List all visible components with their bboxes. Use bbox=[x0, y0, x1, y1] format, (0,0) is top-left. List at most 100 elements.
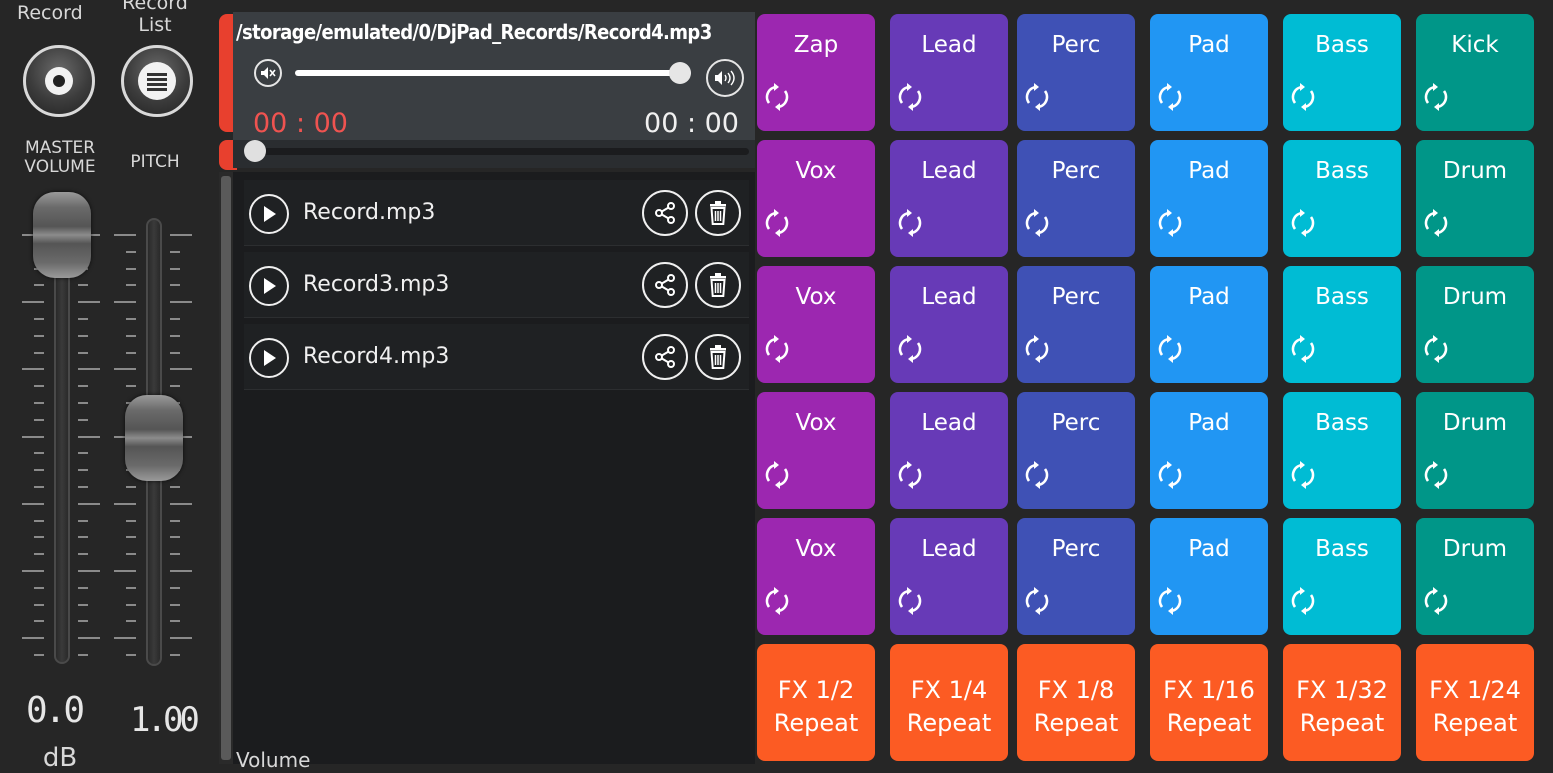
pad-loop-toggle[interactable] bbox=[1289, 208, 1317, 242]
play-button[interactable] bbox=[249, 194, 289, 234]
record-row[interactable]: Record.mp3 bbox=[244, 180, 749, 246]
pad-loop-toggle[interactable] bbox=[896, 586, 924, 620]
pad-label: Kick bbox=[1451, 32, 1499, 58]
pad-vox[interactable]: Vox bbox=[757, 140, 875, 257]
pad-drum[interactable]: Drum bbox=[1416, 392, 1534, 509]
fx-repeat-pad[interactable]: FX 1/32 Repeat bbox=[1283, 644, 1401, 761]
master-volume-fader[interactable] bbox=[20, 190, 104, 670]
pad-drum[interactable]: Drum bbox=[1416, 266, 1534, 383]
pad-loop-toggle[interactable] bbox=[1023, 334, 1051, 368]
pad-perc[interactable]: Perc bbox=[1017, 140, 1135, 257]
play-button[interactable] bbox=[249, 338, 289, 378]
mute-button[interactable] bbox=[254, 59, 282, 87]
pad-loop-toggle[interactable] bbox=[763, 82, 791, 116]
pad-lead[interactable]: Lead bbox=[890, 518, 1008, 635]
pad-drum[interactable]: Drum bbox=[1416, 518, 1534, 635]
pad-bass[interactable]: Bass bbox=[1283, 392, 1401, 509]
pad-loop-toggle[interactable] bbox=[1156, 208, 1184, 242]
pad-pad[interactable]: Pad bbox=[1150, 392, 1268, 509]
pad-lead[interactable]: Lead bbox=[890, 14, 1008, 131]
volume-slider[interactable] bbox=[295, 61, 691, 85]
share-button[interactable] bbox=[642, 334, 688, 380]
scale-tick bbox=[126, 284, 136, 287]
pad-bass[interactable]: Bass bbox=[1283, 14, 1401, 131]
pad-lead[interactable]: Lead bbox=[890, 140, 1008, 257]
pad-loop-toggle[interactable] bbox=[1156, 460, 1184, 494]
record-button[interactable] bbox=[23, 45, 95, 117]
record-row[interactable]: Record3.mp3 bbox=[244, 252, 749, 318]
delete-button[interactable] bbox=[695, 262, 741, 308]
list-scrollbar-thumb[interactable] bbox=[221, 176, 231, 760]
pad-loop-toggle[interactable] bbox=[1289, 586, 1317, 620]
pad-loop-toggle[interactable] bbox=[1422, 586, 1450, 620]
scale-tick bbox=[126, 536, 136, 539]
record-list-button[interactable] bbox=[121, 45, 193, 117]
pad-loop-toggle[interactable] bbox=[896, 208, 924, 242]
pad-loop-toggle[interactable] bbox=[1422, 82, 1450, 116]
pad-vox[interactable]: Vox bbox=[757, 392, 875, 509]
pad-loop-toggle[interactable] bbox=[763, 334, 791, 368]
pad-loop-toggle[interactable] bbox=[1023, 586, 1051, 620]
fx-repeat-pad[interactable]: FX 1/24 Repeat bbox=[1416, 644, 1534, 761]
pad-perc[interactable]: Perc bbox=[1017, 392, 1135, 509]
pad-bass[interactable]: Bass bbox=[1283, 518, 1401, 635]
record-name: Record4.mp3 bbox=[303, 344, 450, 369]
pad-loop-toggle[interactable] bbox=[1023, 460, 1051, 494]
pad-perc[interactable]: Perc bbox=[1017, 14, 1135, 131]
pad-label: Bass bbox=[1315, 32, 1369, 58]
volume-slider-thumb[interactable] bbox=[669, 62, 691, 84]
list-icon bbox=[138, 62, 176, 100]
pad-loop-toggle[interactable] bbox=[763, 460, 791, 494]
pad-vox[interactable]: Vox bbox=[757, 518, 875, 635]
pad-bass[interactable]: Bass bbox=[1283, 266, 1401, 383]
pad-kick[interactable]: Kick bbox=[1416, 14, 1534, 131]
pad-loop-toggle[interactable] bbox=[896, 334, 924, 368]
pad-loop-toggle[interactable] bbox=[1289, 334, 1317, 368]
share-button[interactable] bbox=[642, 190, 688, 236]
pad-loop-toggle[interactable] bbox=[896, 460, 924, 494]
pad-loop-toggle[interactable] bbox=[1156, 334, 1184, 368]
share-button[interactable] bbox=[642, 262, 688, 308]
scale-tick bbox=[78, 486, 88, 488]
pad-loop-toggle[interactable] bbox=[1023, 208, 1051, 242]
pad-loop-toggle[interactable] bbox=[1156, 82, 1184, 116]
pad-drum[interactable]: Drum bbox=[1416, 140, 1534, 257]
fx-repeat-pad[interactable]: FX 1/8 Repeat bbox=[1017, 644, 1135, 761]
pad-lead[interactable]: Lead bbox=[890, 266, 1008, 383]
delete-button[interactable] bbox=[695, 190, 741, 236]
pad-pad[interactable]: Pad bbox=[1150, 266, 1268, 383]
pitch-fader[interactable] bbox=[112, 210, 196, 670]
volume-max-button[interactable] bbox=[706, 59, 744, 97]
pad-loop-toggle[interactable] bbox=[1156, 586, 1184, 620]
master-volume-handle[interactable] bbox=[33, 192, 91, 278]
pad-zap[interactable]: Zap bbox=[757, 14, 875, 131]
pad-loop-toggle[interactable] bbox=[1289, 82, 1317, 116]
pad-loop-toggle[interactable] bbox=[763, 586, 791, 620]
fx-repeat-pad[interactable]: FX 1/2 Repeat bbox=[757, 644, 875, 761]
fx-repeat-pad[interactable]: FX 1/4 Repeat bbox=[890, 644, 1008, 761]
pad-bass[interactable]: Bass bbox=[1283, 140, 1401, 257]
pad-vox[interactable]: Vox bbox=[757, 266, 875, 383]
play-button[interactable] bbox=[249, 266, 289, 306]
pad-loop-toggle[interactable] bbox=[763, 208, 791, 242]
record-row[interactable]: Record4.mp3 bbox=[244, 324, 749, 390]
pad-loop-toggle[interactable] bbox=[896, 82, 924, 116]
pad-loop-toggle[interactable] bbox=[1422, 208, 1450, 242]
pad-lead[interactable]: Lead bbox=[890, 392, 1008, 509]
fx-label: FX 1/4 Repeat bbox=[890, 674, 1008, 740]
pad-pad[interactable]: Pad bbox=[1150, 518, 1268, 635]
pad-loop-toggle[interactable] bbox=[1422, 334, 1450, 368]
scale-tick bbox=[34, 469, 44, 472]
seek-bar-thumb[interactable] bbox=[244, 140, 266, 162]
pad-loop-toggle[interactable] bbox=[1023, 82, 1051, 116]
pitch-handle[interactable] bbox=[125, 395, 183, 481]
pad-perc[interactable]: Perc bbox=[1017, 518, 1135, 635]
seek-bar[interactable] bbox=[244, 140, 749, 164]
pad-pad[interactable]: Pad bbox=[1150, 140, 1268, 257]
pad-loop-toggle[interactable] bbox=[1289, 460, 1317, 494]
pad-perc[interactable]: Perc bbox=[1017, 266, 1135, 383]
delete-button[interactable] bbox=[695, 334, 741, 380]
pad-pad[interactable]: Pad bbox=[1150, 14, 1268, 131]
fx-repeat-pad[interactable]: FX 1/16 Repeat bbox=[1150, 644, 1268, 761]
pad-loop-toggle[interactable] bbox=[1422, 460, 1450, 494]
